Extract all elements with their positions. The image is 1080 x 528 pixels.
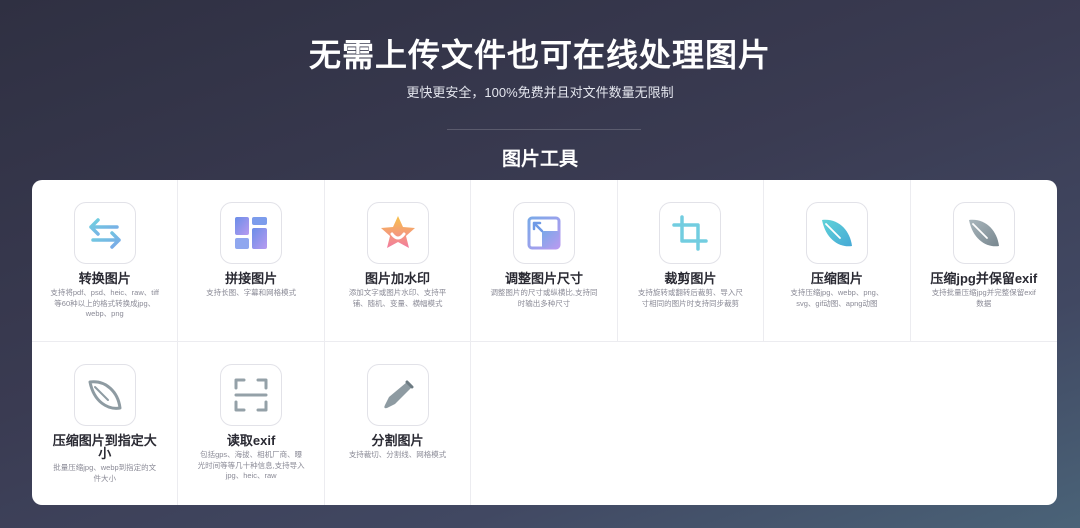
convert-arrows-icon	[73, 202, 136, 264]
tool-name: 转换图片	[78, 271, 131, 286]
tool-desc: 支持将pdf、psd、heic、raw、tiff等60种以上的格式转换成jpg、…	[50, 288, 160, 318]
watermark-star-icon	[366, 202, 429, 264]
knife-icon	[366, 364, 429, 426]
resize-frame-icon	[512, 202, 575, 264]
tool-compress-to-size[interactable]: 压缩图片到指定大小 批量压缩jpg、webp到指定的文件大小	[32, 342, 179, 505]
tool-desc: 支持旋转或翻转后裁剪、导入尺寸相同的图片时支持同步裁剪	[637, 288, 743, 308]
tool-name: 读取exif	[226, 433, 276, 448]
tool-name: 拼接图片	[225, 271, 278, 286]
tool-desc: 支持压缩jpg、webp、png、svg、gif动图、apng动图	[790, 288, 884, 308]
tool-name: 压缩图片到指定大小	[52, 433, 157, 461]
hero-title: 无需上传文件也可在线处理图片	[308, 37, 771, 73]
tool-desc: 支持长图、字幕和网格模式	[206, 288, 297, 297]
section-title: 图片工具	[501, 149, 578, 170]
tool-desc: 包括gps、海拔、相机厂商、曝光时间等等几十种信息,支持导入jpg、heic、r…	[197, 450, 305, 480]
tool-read-exif[interactable]: 读取exif 包括gps、海拔、相机厂商、曝光时间等等几十种信息,支持导入jpg…	[178, 342, 325, 505]
tool-resize[interactable]: 调整图片尺寸 调整图片的尺寸或纵横比,支持同时输出多种尺寸	[471, 180, 618, 342]
collage-grid-icon	[220, 202, 283, 264]
tool-compress-keep-exif[interactable]: 压缩jpg并保留exif 支持批量压缩jpg并完整保留exif数据	[910, 180, 1057, 342]
tool-desc: 调整图片的尺寸或纵横比,支持同时输出多种尺寸	[490, 288, 598, 308]
feather-outline-icon	[73, 364, 136, 426]
tools-panel: 转换图片 支持将pdf、psd、heic、raw、tiff等60种以上的格式转换…	[32, 180, 1057, 505]
tool-name: 压缩jpg并保留exif	[930, 271, 1038, 286]
tool-crop[interactable]: 裁剪图片 支持旋转或翻转后裁剪、导入尺寸相同的图片时支持同步裁剪	[617, 180, 765, 342]
divider	[447, 129, 641, 130]
tool-convert-image[interactable]: 转换图片 支持将pdf、psd、heic、raw、tiff等60种以上的格式转换…	[32, 180, 179, 342]
tool-name: 分割图片	[371, 433, 424, 448]
tool-name: 裁剪图片	[664, 271, 717, 286]
tool-compress[interactable]: 压缩图片 支持压缩jpg、webp、png、svg、gif动图、apng动图	[764, 180, 911, 342]
feather-teal-icon	[805, 202, 868, 264]
tool-desc: 添加文字或图片水印、支持平铺、随机、变量、横幅模式	[348, 288, 447, 308]
hero-subtitle: 更快更安全，100%免费并且对文件数量无限制	[406, 85, 674, 100]
tool-stitch-image[interactable]: 拼接图片 支持长图、字幕和网格模式	[178, 180, 325, 342]
tool-name: 压缩图片	[810, 271, 863, 286]
crop-icon	[659, 202, 722, 264]
scan-frame-icon	[220, 364, 283, 426]
feather-gray-icon	[952, 202, 1015, 264]
tool-desc: 支持裁切、分割线、网格模式	[348, 450, 447, 459]
tool-desc: 支持批量压缩jpg并完整保留exif数据	[931, 288, 1036, 308]
tool-split-image[interactable]: 分割图片 支持裁切、分割线、网格模式	[325, 342, 472, 505]
tool-name: 调整图片尺寸	[504, 271, 583, 286]
tool-name: 图片加水印	[365, 271, 431, 286]
tool-watermark[interactable]: 图片加水印 添加文字或图片水印、支持平铺、随机、变量、横幅模式	[324, 180, 472, 342]
tool-desc: 批量压缩jpg、webp到指定的文件大小	[53, 463, 157, 483]
